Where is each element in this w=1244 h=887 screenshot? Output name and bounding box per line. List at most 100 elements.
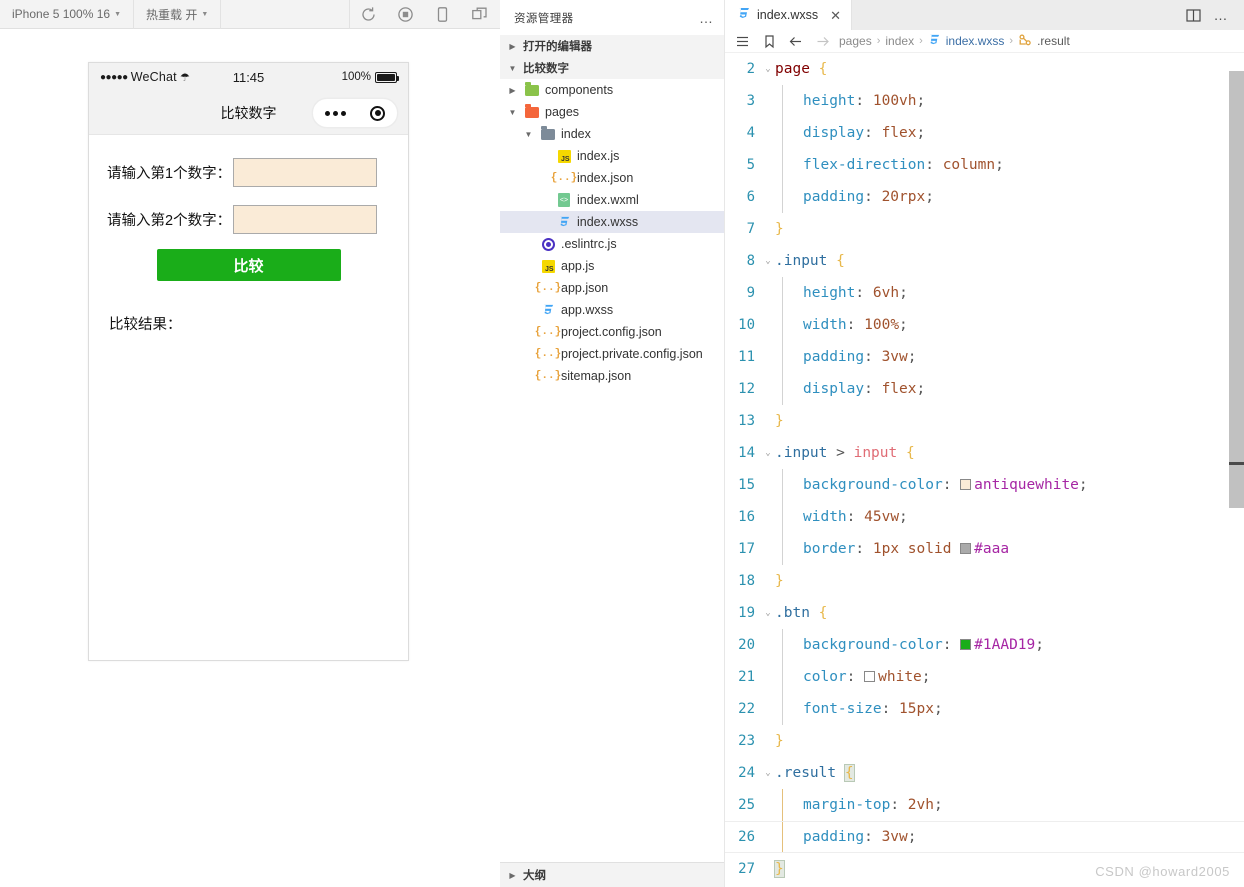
- code-line[interactable]: 13}: [725, 405, 1244, 437]
- fold-chevron-icon[interactable]: ⌄: [761, 64, 775, 74]
- code-line[interactable]: 10 width: 100%;: [725, 309, 1244, 341]
- color-swatch-antiquewhite[interactable]: [960, 479, 972, 490]
- tree-folder[interactable]: ▶ components: [500, 79, 724, 101]
- tree-item-label: index.js: [577, 149, 620, 163]
- code-line[interactable]: 26 padding: 3vw;: [725, 821, 1244, 853]
- line-number: 17: [738, 541, 755, 557]
- chevron-down-icon[interactable]: ▼: [522, 130, 535, 139]
- code-text: .input {: [775, 253, 845, 269]
- tab-index-wxss[interactable]: index.wxss ✕: [725, 0, 853, 30]
- tree-folder[interactable]: ▼ pages: [500, 101, 724, 123]
- record-icon[interactable]: [387, 0, 424, 29]
- tree-file[interactable]: <> index.wxml: [500, 189, 724, 211]
- breadcrumb-item-index[interactable]: index: [885, 34, 914, 48]
- token: 20rpx: [881, 189, 926, 205]
- device-icon[interactable]: [424, 0, 461, 29]
- explorer-more-icon[interactable]: …: [699, 11, 714, 25]
- tree-file[interactable]: {..} project.private.config.json: [500, 343, 724, 365]
- chevron-down-icon: ▼: [201, 10, 209, 18]
- fold-chevron-icon[interactable]: ⌄: [761, 768, 775, 778]
- scrollbar-thumb[interactable]: [1229, 71, 1244, 508]
- forward-arrow-icon[interactable]: [812, 30, 834, 53]
- hot-reload-selector[interactable]: 热重载 开 ▼: [134, 0, 222, 29]
- editor-scrollbar[interactable]: [1229, 53, 1244, 887]
- overview-ruler-mark: [1229, 462, 1244, 465]
- token: height: [803, 93, 856, 109]
- tree-file[interactable]: {..} project.config.json: [500, 321, 724, 343]
- code-line[interactable]: 12 display: flex;: [725, 373, 1244, 405]
- token: #1AAD19: [974, 637, 1036, 653]
- fold-chevron-icon[interactable]: ⌄: [761, 448, 775, 458]
- color-swatch-white[interactable]: [864, 671, 876, 682]
- token: {: [818, 61, 828, 77]
- code-line[interactable]: 14 ⌄ .input > input {: [725, 437, 1244, 469]
- token: }: [775, 413, 784, 429]
- tree-file[interactable]: app.wxss: [500, 299, 724, 321]
- token: ;: [921, 669, 931, 685]
- close-icon[interactable]: ✕: [830, 9, 841, 22]
- code-line[interactable]: 5 flex-direction: column;: [725, 149, 1244, 181]
- code-line[interactable]: 3 height: 100vh;: [725, 85, 1244, 117]
- tree-file[interactable]: {..} app.json: [500, 277, 724, 299]
- second-number-input[interactable]: [233, 205, 378, 234]
- code-text: display: flex;: [775, 381, 925, 397]
- code-line[interactable]: 2 ⌄ page {: [725, 53, 1244, 85]
- code-line[interactable]: 16 width: 45vw;: [725, 501, 1244, 533]
- folder-gray-icon: [540, 125, 556, 142]
- outline-list-icon[interactable]: [731, 30, 753, 53]
- token: ;: [1035, 637, 1044, 653]
- code-line[interactable]: 8 ⌄ .input {: [725, 245, 1244, 277]
- code-line[interactable]: 6 padding: 20rpx;: [725, 181, 1244, 213]
- tree-file[interactable]: index.wxss: [500, 211, 724, 233]
- token: ;: [899, 317, 908, 333]
- code-line[interactable]: 22 font-size: 15px;: [725, 693, 1244, 725]
- section-outline[interactable]: ▶ 大纲: [500, 862, 724, 887]
- code-text: display: flex;: [775, 125, 925, 141]
- back-arrow-icon[interactable]: [785, 30, 807, 53]
- code-line[interactable]: 7}: [725, 213, 1244, 245]
- wechat-capsule-button[interactable]: [312, 98, 398, 128]
- more-actions-icon[interactable]: …: [1208, 0, 1234, 30]
- chevron-right-icon[interactable]: ▶: [506, 86, 519, 95]
- tree-file[interactable]: JS app.js: [500, 255, 724, 277]
- chevron-down-icon[interactable]: ▼: [506, 108, 519, 117]
- fold-chevron-icon[interactable]: ⌄: [761, 608, 775, 618]
- code-line[interactable]: 18}: [725, 565, 1244, 597]
- code-line[interactable]: 24 ⌄ .result {: [725, 757, 1244, 789]
- tree-file[interactable]: JS index.js: [500, 145, 724, 167]
- code-line[interactable]: 25 margin-top: 2vh;: [725, 789, 1244, 821]
- code-line[interactable]: 15 background-color: antiquewhite;: [725, 469, 1244, 501]
- code-line[interactable]: 17 border: 1px solid #aaa: [725, 533, 1244, 565]
- section-open-editors[interactable]: ▶ 打开的编辑器: [500, 35, 724, 57]
- line-number: 13: [738, 413, 755, 429]
- code-line[interactable]: 4 display: flex;: [725, 117, 1244, 149]
- breadcrumb-item-file[interactable]: index.wxss: [928, 33, 1004, 50]
- fold-chevron-icon[interactable]: ⌄: [761, 256, 775, 266]
- code-line[interactable]: 9 height: 6vh;: [725, 277, 1244, 309]
- more-dots-icon[interactable]: [325, 110, 346, 116]
- breadcrumb-item-symbol[interactable]: .result: [1018, 33, 1070, 50]
- code-line[interactable]: 21 color: white;: [725, 661, 1244, 693]
- section-project-root[interactable]: ▼ 比较数字: [500, 57, 724, 79]
- compare-button[interactable]: 比较: [156, 249, 341, 281]
- breadcrumb-item-pages[interactable]: pages: [839, 34, 872, 48]
- detach-window-icon[interactable]: [461, 0, 498, 29]
- refresh-icon[interactable]: [350, 0, 387, 29]
- color-swatch-green[interactable]: [960, 639, 972, 650]
- device-selector[interactable]: iPhone 5 100% 16 ▼: [0, 0, 135, 29]
- first-number-input[interactable]: [233, 158, 378, 187]
- close-target-icon[interactable]: [370, 105, 385, 121]
- code-line[interactable]: 20 background-color: #1AAD19;: [725, 629, 1244, 661]
- tree-file[interactable]: .eslintrc.js: [500, 233, 724, 255]
- code-line[interactable]: 23}: [725, 725, 1244, 757]
- tree-file[interactable]: {..} sitemap.json: [500, 365, 724, 387]
- tree-file[interactable]: {..} index.json: [500, 167, 724, 189]
- bookmark-icon[interactable]: [758, 30, 780, 53]
- code-line[interactable]: 11 padding: 3vw;: [725, 341, 1244, 373]
- tree-folder[interactable]: ▼ index: [500, 123, 724, 145]
- devtools-window: iPhone 5 100% 16 ▼ 热重载 开 ▼ ●●●●● WeChat …: [0, 0, 1244, 887]
- code-content[interactable]: 2 ⌄ page {3 height: 100vh; 4 display: flex; 5 f…: [725, 53, 1244, 887]
- color-swatch-gray[interactable]: [960, 543, 972, 554]
- code-line[interactable]: 19 ⌄ .btn {: [725, 597, 1244, 629]
- split-editor-icon[interactable]: [1180, 0, 1206, 30]
